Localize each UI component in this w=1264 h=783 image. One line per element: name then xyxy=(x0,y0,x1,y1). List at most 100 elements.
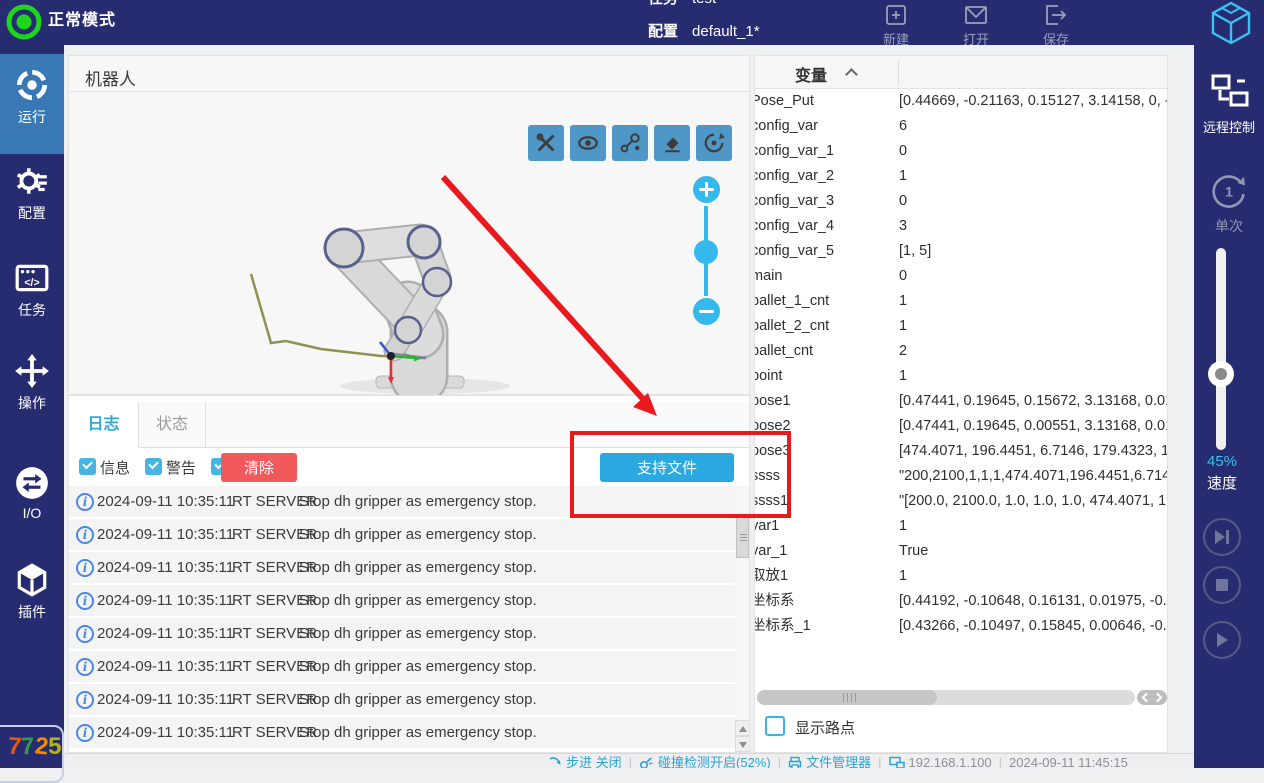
variable-row[interactable]: pallet_cnt 2 xyxy=(755,339,1167,364)
remote-control-button[interactable]: 远程控制 xyxy=(1200,73,1258,136)
scroll-down-button[interactable] xyxy=(735,736,750,752)
filter-info-checkbox[interactable] xyxy=(79,458,96,475)
separator: | xyxy=(778,754,781,768)
filter-warning-label: 警告 xyxy=(166,457,196,478)
variables-title: 变量 xyxy=(795,62,827,86)
variable-value: "200,2100,1,1,1,474.4071,196.4451,6.714 xyxy=(899,464,1167,489)
show-waypoints-checkbox[interactable] xyxy=(765,716,785,736)
log-row[interactable]: i 2024-09-11 10:35:11 RT SERVER Stop dh … xyxy=(69,618,735,651)
variables-hscrollbar-thumb[interactable] xyxy=(757,690,937,705)
cube-icon xyxy=(14,562,50,598)
task-line: 任务test xyxy=(648,0,716,8)
variables-table[interactable]: Pose_Put [0.44669, -0.21163, 0.15127, 3.… xyxy=(755,89,1167,639)
chevron-left-icon xyxy=(1142,693,1152,703)
log-message: Stop dh gripper as emergency stop. xyxy=(299,526,537,543)
speed-slider-track[interactable] xyxy=(1216,248,1226,450)
remote-control-label: 远程控制 xyxy=(1200,117,1258,136)
variable-row[interactable]: main 0 xyxy=(755,264,1167,289)
robot-3d-panel: 机器人 xyxy=(68,55,750,395)
variable-name: 坐标系 xyxy=(754,589,891,614)
variable-row[interactable]: config_var_4 3 xyxy=(755,214,1167,239)
variables-header[interactable]: 变量 xyxy=(755,56,1167,89)
variable-value: [0.47441, 0.19645, 0.00551, 3.13168, 0.0… xyxy=(899,414,1167,439)
log-list[interactable]: i 2024-09-11 10:35:11 RT SERVER Stop dh … xyxy=(69,486,735,753)
sidebar-item-operate[interactable]: 操作 xyxy=(0,353,64,413)
variables-hscroll-buttons[interactable] xyxy=(1137,690,1167,705)
info-icon: i xyxy=(76,526,94,544)
code-digit: 2 xyxy=(33,732,49,761)
scroll-up-button[interactable] xyxy=(735,720,750,736)
open-button[interactable]: 打开 xyxy=(946,2,1006,45)
code-window-icon: </> xyxy=(14,260,50,296)
save-button[interactable]: 保存 xyxy=(1026,2,1086,45)
log-timestamp: 2024-09-11 10:35:11 xyxy=(97,559,234,576)
variable-name: config_var xyxy=(754,114,891,139)
play-button[interactable] xyxy=(1203,621,1241,659)
variable-row[interactable]: 取放1 1 xyxy=(755,564,1167,589)
new-button[interactable]: 新建 xyxy=(866,2,926,45)
variable-row[interactable]: pallet_1_cnt 1 xyxy=(755,289,1167,314)
log-scrollbar-track[interactable] xyxy=(735,486,750,753)
log-row[interactable]: i 2024-09-11 10:35:11 RT SERVER Stop dh … xyxy=(69,552,735,585)
variable-row[interactable]: config_var 6 xyxy=(755,114,1167,139)
status-bar: 步进 关闭 | 碰撞检测开启(52%) | 文件管理器 | 192.168.1.… xyxy=(64,753,1194,768)
single-cycle-icon: 1 xyxy=(1208,170,1250,212)
log-row[interactable]: i 2024-09-11 10:35:11 RT SERVER Stop dh … xyxy=(69,684,735,717)
variable-row[interactable]: config_var_5 [1, 5] xyxy=(755,239,1167,264)
collision-detect-status[interactable]: 碰撞检测开启(52%) xyxy=(639,754,771,768)
sidebar-item-label: 任务 xyxy=(0,300,64,320)
variable-row[interactable]: pose1 [0.47441, 0.19645, 0.15672, 3.1316… xyxy=(755,389,1167,414)
variable-value: 1 xyxy=(899,164,1167,189)
support-file-button[interactable]: 支持文件 xyxy=(600,453,734,482)
log-row[interactable]: i 2024-09-11 10:35:11 RT SERVER Stop dh … xyxy=(69,651,735,684)
log-row[interactable]: i 2024-09-11 10:35:11 RT SERVER Stop dh … xyxy=(69,717,735,750)
single-cycle-label: 单次 xyxy=(1200,216,1258,236)
speed-slider-handle[interactable] xyxy=(1208,361,1234,387)
filter-warning-checkbox[interactable] xyxy=(145,458,162,475)
variable-name: pose3 xyxy=(754,439,891,464)
stop-button[interactable] xyxy=(1203,566,1241,604)
sidebar-item-run[interactable]: 运行 xyxy=(0,67,64,127)
variable-row[interactable]: ssss1 "[200.0, 2100.0, 1.0, 1.0, 1.0, 47… xyxy=(755,489,1167,514)
log-row[interactable]: i 2024-09-11 10:35:11 RT SERVER Stop dh … xyxy=(69,486,735,519)
tab-log[interactable]: 日志 xyxy=(69,402,139,448)
variable-row[interactable]: pose3 [474.4071, 196.4451, 6.7146, 179.4… xyxy=(755,439,1167,464)
step-forward-button[interactable] xyxy=(1203,518,1241,556)
file-manager-link[interactable]: 文件管理器 xyxy=(788,754,871,768)
variable-row[interactable]: config_var_3 0 xyxy=(755,189,1167,214)
variable-row[interactable]: Pose_Put [0.44669, -0.21163, 0.15127, 3.… xyxy=(755,89,1167,114)
zoom-in-button[interactable] xyxy=(693,176,720,203)
variables-hscrollbar-track[interactable] xyxy=(757,690,1135,705)
variable-row[interactable]: 坐标系 [0.44192, -0.10648, 0.16131, 0.01975… xyxy=(755,589,1167,614)
single-cycle-button[interactable]: 1 单次 xyxy=(1200,170,1258,236)
variable-name: 坐标系_1 xyxy=(754,614,891,639)
log-scrollbar-thumb[interactable] xyxy=(736,514,749,558)
tab-status[interactable]: 状态 xyxy=(139,402,206,448)
variable-row[interactable]: point 1 xyxy=(755,364,1167,389)
stop-icon xyxy=(1212,576,1232,594)
log-row[interactable]: i 2024-09-11 10:35:11 RT SERVER Stop dh … xyxy=(69,585,735,618)
variable-row[interactable]: config_var_2 1 xyxy=(755,164,1167,189)
open-button-label: 打开 xyxy=(946,29,1006,45)
variable-row[interactable]: 坐标系_1 [0.43266, -0.10497, 0.15845, 0.006… xyxy=(755,614,1167,639)
variable-row[interactable]: ssss "200,2100,1,1,1,474.4071,196.4451,6… xyxy=(755,464,1167,489)
info-icon: i xyxy=(76,592,94,610)
sidebar-item-task[interactable]: </> 任务 xyxy=(0,260,64,320)
move-arrows-icon xyxy=(14,353,50,389)
variable-row[interactable]: pallet_2_cnt 1 xyxy=(755,314,1167,339)
task-value: test xyxy=(692,0,716,7)
variable-row[interactable]: var_1 True xyxy=(755,539,1167,564)
variable-row[interactable]: pose2 [0.47441, 0.19645, 0.00551, 3.1316… xyxy=(755,414,1167,439)
left-sidebar: 运行 配置 </> 任务 xyxy=(0,45,64,768)
sidebar-item-plugin[interactable]: 插件 xyxy=(0,562,64,622)
sidebar-item-config[interactable]: 配置 xyxy=(0,163,64,223)
zoom-slider-handle[interactable] xyxy=(694,240,718,264)
log-row[interactable]: i 2024-09-11 10:35:11 RT SERVER Stop dh … xyxy=(69,519,735,552)
variable-row[interactable]: var1 1 xyxy=(755,514,1167,539)
clear-log-button[interactable]: 清除 xyxy=(221,453,297,482)
variable-row[interactable]: config_var_1 0 xyxy=(755,139,1167,164)
step-mode-status[interactable]: 步进 关闭 xyxy=(548,754,622,768)
zoom-out-button[interactable] xyxy=(693,298,720,325)
sidebar-item-io[interactable]: I/O xyxy=(0,465,64,521)
robot-3d-view[interactable] xyxy=(70,92,750,395)
